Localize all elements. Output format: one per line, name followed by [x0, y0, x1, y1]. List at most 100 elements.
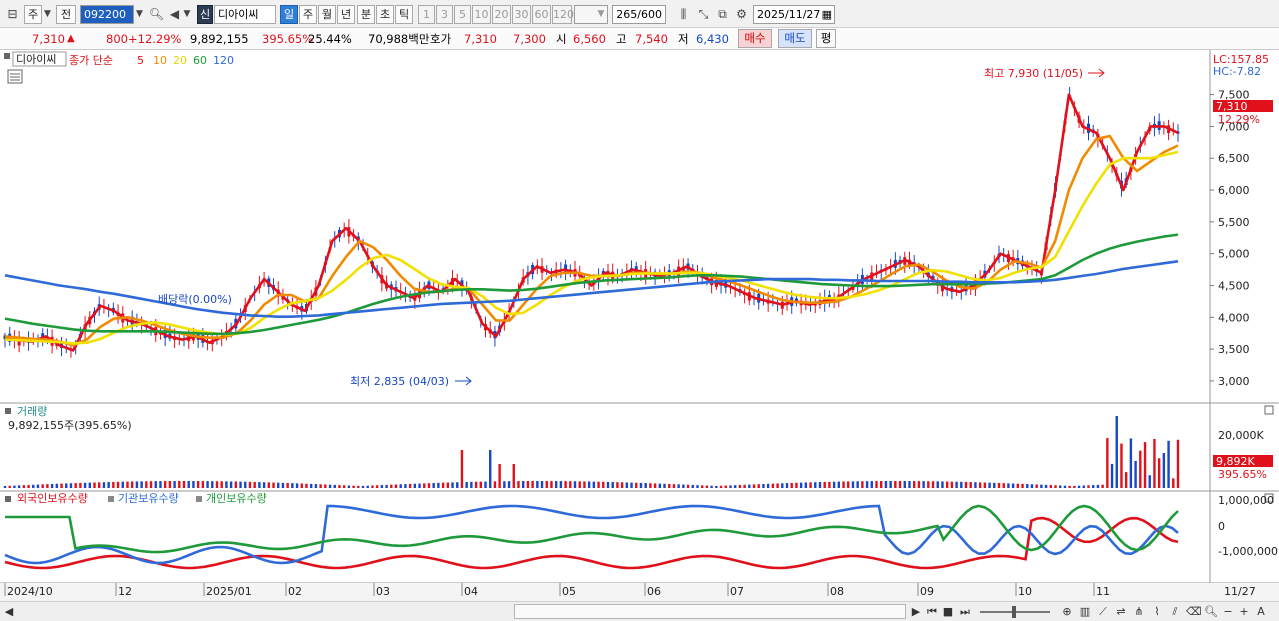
interval-3[interactable]: 3 [436, 5, 453, 24]
volume-bar [1172, 478, 1175, 488]
volume-bar [446, 482, 450, 488]
buy-button[interactable]: 매수 [738, 29, 772, 48]
volume-bar [804, 482, 808, 488]
volume-bar [300, 483, 303, 488]
volume-maximize-icon[interactable] [1264, 405, 1274, 415]
zoom-in-icon[interactable]: + [1238, 605, 1250, 619]
y-tick-label: 5,500 [1218, 216, 1250, 229]
first-page-icon[interactable]: ⏮ [925, 605, 939, 619]
drawing-tool-icon[interactable]: ⤡ [695, 6, 712, 23]
volume-bar [686, 484, 690, 488]
interval-120[interactable]: 120 [552, 5, 574, 24]
volume-bar [917, 481, 921, 488]
y-tick-label: 6,000 [1218, 184, 1250, 197]
pattern-icon[interactable]: ⌇ [1150, 605, 1164, 619]
candle-type-icon[interactable]: ⫼ [675, 6, 692, 23]
volume-bar [771, 483, 775, 488]
volume-bar [441, 482, 445, 488]
interval-dropdown-icon[interactable]: ▼ [595, 6, 607, 23]
volume-bar [295, 483, 299, 488]
speaker-dropdown-icon[interactable]: ▼ [181, 6, 193, 23]
period-day[interactable]: 일 [280, 5, 298, 24]
date-input[interactable]: 2025/11/27 ▦ [753, 5, 835, 24]
volume-bar [154, 481, 157, 488]
trendline-icon[interactable]: ⟋ [1096, 605, 1110, 619]
chart-scrollbar[interactable]: ◀ ▶ ⏮ ■ ⏭ ⊕ ▥ ⟋ ⇌ ⋔ ⌇ ⫽ ⌫ 🔍︎ − + A [0, 601, 1279, 621]
period-second[interactable]: 초 [376, 5, 394, 24]
volume-bar [196, 481, 200, 488]
stock-chart[interactable]: 7,5007,0006,5006,0005,5005,0004,5004,000… [0, 50, 1279, 602]
interval-10[interactable]: 10 [472, 5, 491, 24]
scroll-thumb[interactable] [514, 604, 906, 619]
count-input[interactable]: 265/600 [612, 5, 666, 24]
x-tick-label: 03 [376, 585, 390, 598]
scroll-left-icon[interactable]: ◀ [4, 605, 14, 619]
volume-bar [1101, 484, 1104, 488]
erase-icon[interactable]: ⌫ [1186, 605, 1202, 619]
stop-icon[interactable]: ■ [942, 605, 954, 619]
search-icon[interactable]: 🔍︎ [148, 6, 165, 23]
volume-bar [489, 450, 492, 488]
volume-bar [460, 450, 464, 488]
last-page-icon[interactable]: ⏭ [958, 605, 972, 619]
text-tool-icon[interactable]: A [1254, 605, 1268, 619]
chevron-down-icon[interactable]: ▼ [41, 6, 54, 23]
interval-5[interactable]: 5 [454, 5, 471, 24]
scroll-right-icon[interactable]: ▶ [910, 605, 922, 619]
compare-icon[interactable]: ⧉ [714, 6, 731, 23]
volume-bar [135, 481, 139, 488]
period-week[interactable]: 주 [299, 5, 317, 24]
volume-bar [710, 485, 713, 488]
holdings-tick-top: 1,000,000 [1218, 494, 1274, 507]
volume-bar [121, 481, 124, 488]
zoom-out-icon[interactable]: − [1222, 605, 1234, 619]
volume-bar [361, 485, 365, 488]
period-tick[interactable]: 틱 [395, 5, 413, 24]
chart-area[interactable]: 7,500 7,000 6,500 6,000 5,500 5,000 4,500 4,000… [0, 50, 1279, 602]
volume-bar [521, 481, 525, 488]
volume-bar [964, 481, 968, 488]
volume-bar [1011, 483, 1015, 488]
volume-bar [1021, 483, 1024, 488]
interval-30[interactable]: 30 [512, 5, 531, 24]
bar-tool-icon[interactable]: ▥ [1078, 605, 1092, 619]
interval-1[interactable]: 1 [418, 5, 435, 24]
volume-bar [1153, 438, 1156, 488]
hline-icon[interactable]: ⇌ [1114, 605, 1128, 619]
code-dropdown-icon[interactable]: ▼ [133, 6, 146, 23]
volume-bar [239, 481, 242, 488]
market-select[interactable]: 주 [24, 5, 42, 24]
period-month[interactable]: 월 [318, 5, 336, 24]
gear-icon[interactable]: ⚙ [733, 6, 750, 23]
volume-bar [385, 484, 388, 488]
volume-bar [955, 481, 958, 488]
volume-bar [842, 481, 845, 488]
volume-bar [635, 482, 638, 488]
sell-button[interactable]: 매도 [778, 29, 812, 48]
fibo-icon[interactable]: ⋔ [1132, 605, 1146, 619]
volume-bar [941, 481, 944, 488]
period-year[interactable]: 년 [337, 5, 355, 24]
crosshair-icon[interactable]: ⊕ [1060, 605, 1074, 619]
avg-button[interactable]: 평 [816, 29, 836, 48]
volume-bar [168, 481, 172, 488]
volume-bar [107, 482, 110, 488]
calendar-icon[interactable]: ▦ [822, 6, 832, 23]
channel-icon[interactable]: ⫽ [1168, 605, 1182, 619]
volume-bar [41, 484, 44, 488]
volume-bar [639, 482, 643, 488]
zoom-search-icon[interactable]: 🔍︎ [1204, 605, 1218, 619]
interval-20[interactable]: 20 [492, 5, 511, 24]
period-minute[interactable]: 분 [357, 5, 375, 24]
stock-code-input[interactable]: 092200 [80, 5, 134, 24]
window-icon[interactable]: ⊟ [4, 6, 21, 23]
volume-bar [832, 481, 836, 488]
volume-bar [960, 481, 963, 488]
zoom-slider-handle[interactable] [1012, 606, 1016, 618]
volume-pct: 395.65% [262, 32, 314, 46]
volume-bar [569, 481, 572, 488]
prev-button[interactable]: 전 [56, 5, 76, 24]
volume-bar [1115, 416, 1118, 488]
interval-60[interactable]: 60 [532, 5, 551, 24]
volume-bar [733, 485, 737, 488]
